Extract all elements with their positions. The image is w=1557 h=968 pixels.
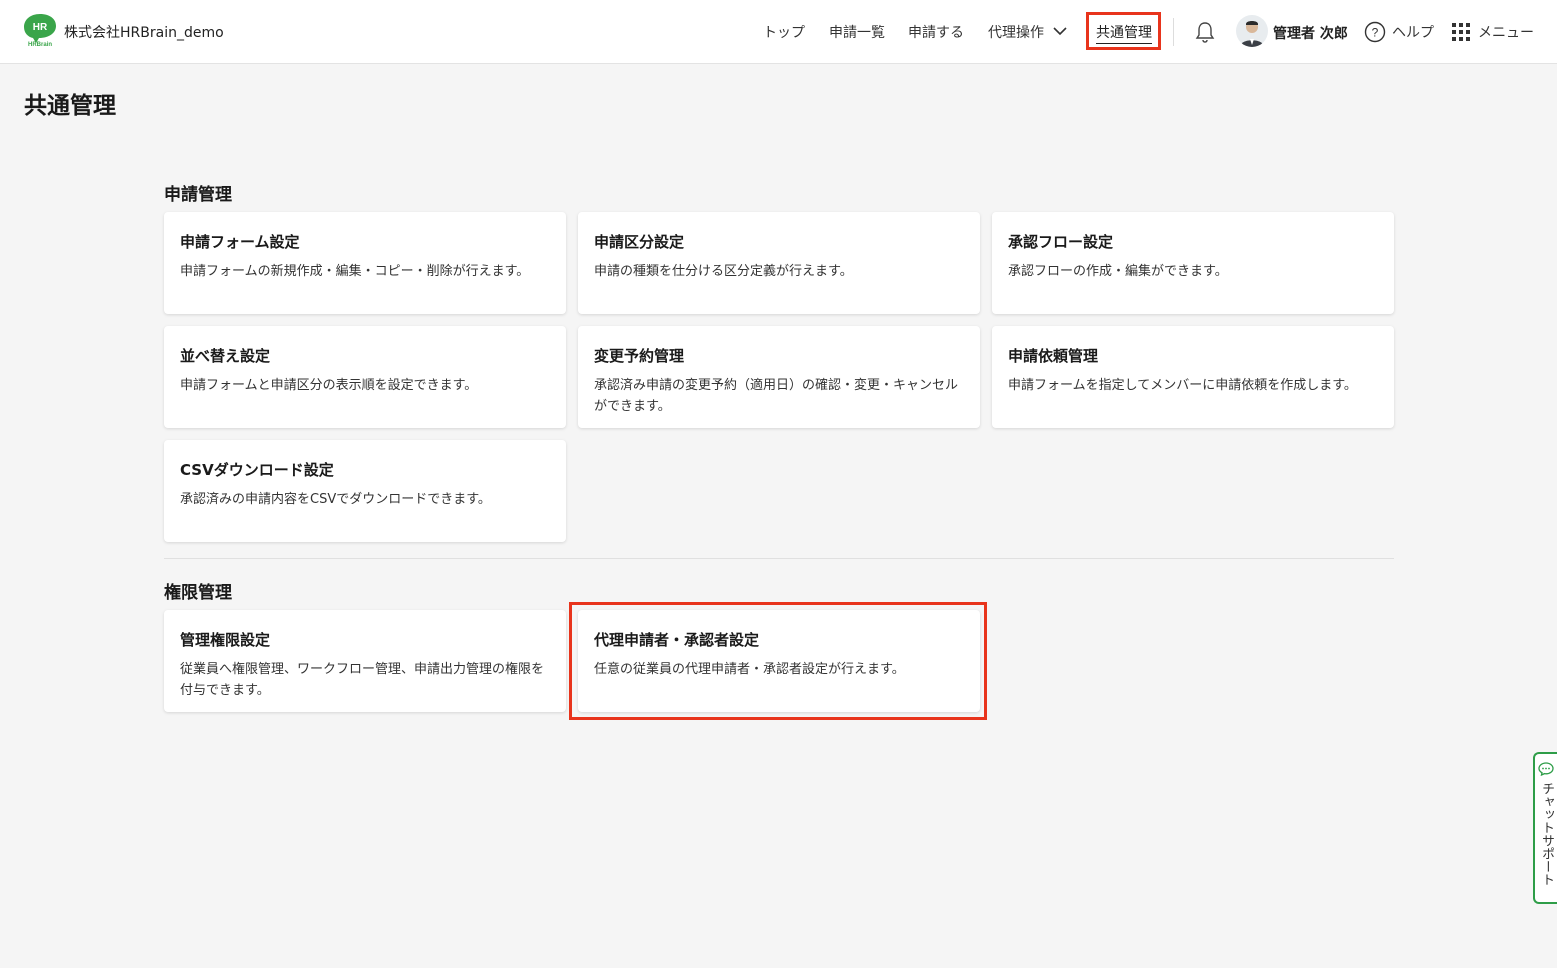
nav-top[interactable]: トップ <box>763 22 805 42</box>
hrbrain-logo[interactable]: HR HRBrain <box>22 12 58 48</box>
card-application-request-management[interactable]: 申請依頼管理 申請フォームを指定してメンバーに申請依頼を作成します。 <box>992 326 1394 428</box>
card-title: 申請区分設定 <box>594 233 685 251</box>
card-csv-download-settings[interactable]: CSVダウンロード設定 承認済みの申請内容をCSVでダウンロードできます。 <box>164 440 566 542</box>
section-divider <box>164 558 1394 559</box>
card-title: 変更予約管理 <box>594 347 685 365</box>
user-name[interactable]: 管理者 次郎 <box>1273 23 1348 43</box>
chat-support-tab[interactable]: チャットサポート <box>1533 752 1557 904</box>
card-description: 申請フォームの新規作成・編集・コピー・削除が行えます。 <box>180 264 530 279</box>
card-title: 管理権限設定 <box>180 631 271 649</box>
card-change-reservation-management[interactable]: 変更予約管理 承認済み申請の変更予約（適用日）の確認・変更・キャンセルができます… <box>578 326 980 428</box>
card-approval-flow-settings[interactable]: 承認フロー設定 承認フローの作成・編集ができます。 <box>992 212 1394 314</box>
card-description: 承認済み申請の変更予約（適用日）の確認・変更・キャンセルができます。 <box>594 378 959 414</box>
grid-menu-icon[interactable] <box>1452 23 1470 41</box>
card-description: 承認フローの作成・編集ができます。 <box>1008 264 1228 279</box>
chat-support-label: チャットサポート <box>1539 782 1554 886</box>
highlight-box-card <box>569 602 987 720</box>
nav-apply[interactable]: 申請する <box>908 22 964 42</box>
help-link[interactable]: ヘルプ <box>1392 22 1434 42</box>
card-description: 申請の種類を仕分ける区分定義が行えます。 <box>594 264 853 279</box>
bell-icon[interactable] <box>1194 20 1216 44</box>
svg-text:HR: HR <box>33 22 48 33</box>
card-description: 申請フォームを指定してメンバーに申請依頼を作成します。 <box>1008 378 1357 393</box>
company-name: 株式会社HRBrain_demo <box>64 25 224 41</box>
svg-text:?: ? <box>1372 26 1379 40</box>
card-sort-settings[interactable]: 並べ替え設定 申請フォームと申請区分の表示順を設定できます。 <box>164 326 566 428</box>
card-title: 申請依頼管理 <box>1008 347 1099 365</box>
card-title: CSVダウンロード設定 <box>180 461 334 479</box>
card-title: 承認フロー設定 <box>1008 233 1114 251</box>
help-icon[interactable]: ? <box>1364 21 1386 43</box>
page-title: 共通管理 <box>24 93 116 119</box>
menu-link[interactable]: メニュー <box>1478 22 1534 42</box>
card-application-category-settings[interactable]: 申請区分設定 申請の種類を仕分ける区分定義が行えます。 <box>578 212 980 314</box>
top-header: HR HRBrain 株式会社HRBrain_demo トップ 申請一覧 申請す… <box>0 0 1557 64</box>
nav-application-list[interactable]: 申請一覧 <box>829 22 885 42</box>
section-title-application: 申請管理 <box>164 185 232 205</box>
card-admin-permission-settings[interactable]: 管理権限設定 従業員へ権限管理、ワークフロー管理、申請出力管理の権限を付与できま… <box>164 610 566 712</box>
chevron-down-icon[interactable] <box>1052 25 1068 37</box>
card-application-form-settings[interactable]: 申請フォーム設定 申請フォームの新規作成・編集・コピー・削除が行えます。 <box>164 212 566 314</box>
avatar[interactable] <box>1236 15 1268 47</box>
card-title: 申請フォーム設定 <box>180 233 300 251</box>
card-description: 申請フォームと申請区分の表示順を設定できます。 <box>180 378 478 393</box>
card-description: 承認済みの申請内容をCSVでダウンロードできます。 <box>180 492 491 507</box>
nav-proxy-operation[interactable]: 代理操作 <box>988 22 1044 42</box>
svg-text:HRBrain: HRBrain <box>28 42 52 48</box>
card-description: 従業員へ権限管理、ワークフロー管理、申請出力管理の権限を付与できます。 <box>180 662 545 698</box>
nav-common-management[interactable]: 共通管理 <box>1096 22 1152 44</box>
header-divider <box>1173 18 1174 46</box>
section-title-permission: 権限管理 <box>164 583 232 603</box>
card-title: 並べ替え設定 <box>180 347 271 365</box>
chat-bubble-icon <box>1538 762 1554 776</box>
